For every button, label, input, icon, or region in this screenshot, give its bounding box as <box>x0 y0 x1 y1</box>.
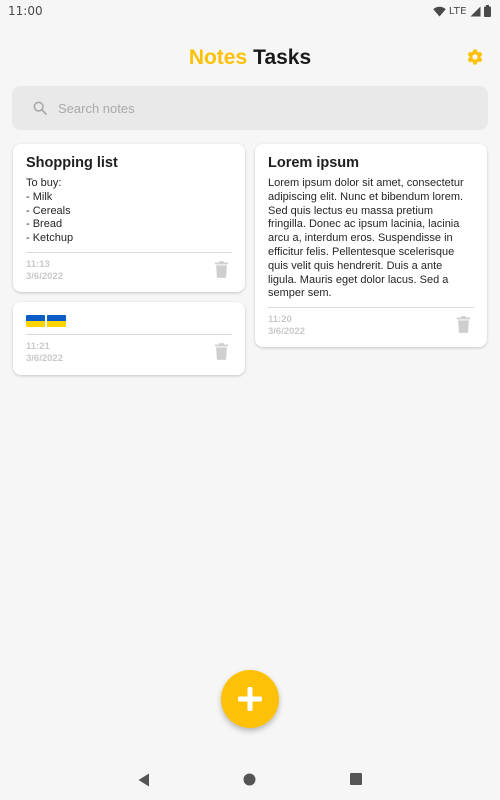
note-footer: 11:13 3/6/2022 <box>26 253 232 291</box>
note-body: To buy: - Milk - Cereals - Bread - Ketch… <box>26 177 74 245</box>
notes-screen: 11:00 LTE Notes Tasks Search notes Shopp… <box>0 0 500 800</box>
status-icons: LTE <box>433 5 491 17</box>
wifi-icon <box>433 6 446 16</box>
note-card-lorem-ipsum[interactable]: Lorem ipsum Lorem ipsum dolor sit amet, … <box>255 144 487 347</box>
back-icon[interactable] <box>138 773 150 787</box>
note-title: Lorem ipsum <box>268 155 360 171</box>
note-body-emoji <box>26 314 232 328</box>
gear-icon[interactable] <box>466 48 484 66</box>
note-time: 11:21 <box>26 341 50 352</box>
note-body: Lorem ipsum dolor sit amet, consectetur … <box>268 177 464 300</box>
add-note-button[interactable] <box>221 670 279 728</box>
battery-icon <box>484 5 491 17</box>
note-time: 11:13 <box>26 258 50 270</box>
system-nav-bar <box>0 764 500 796</box>
note-date: 3/6/2022 <box>26 353 63 364</box>
status-bar: 11:00 LTE <box>0 0 500 22</box>
note-date: 3/6/2022 <box>268 326 305 338</box>
home-icon[interactable] <box>243 773 256 786</box>
tab-notes[interactable]: Notes <box>186 46 250 70</box>
trash-icon[interactable] <box>215 261 228 278</box>
note-footer: 11:21 3/6/2022 <box>26 335 232 373</box>
note-card-flags[interactable]: 11:21 3/6/2022 <box>13 302 245 375</box>
note-footer: 11:20 3/6/2022 <box>268 308 474 346</box>
status-time: 11:00 <box>8 4 43 18</box>
search-input[interactable] <box>56 99 436 117</box>
network-type: LTE <box>448 5 467 17</box>
signal-icon <box>470 6 481 16</box>
plus-icon <box>238 687 262 711</box>
note-time: 11:20 <box>268 314 292 326</box>
recents-icon[interactable] <box>350 773 362 785</box>
ukraine-flag-icon <box>47 315 66 327</box>
app-header: Notes Tasks <box>0 40 500 76</box>
trash-icon[interactable] <box>457 316 470 334</box>
search-bar[interactable] <box>12 86 488 130</box>
tab-tasks[interactable]: Tasks <box>250 46 314 70</box>
ukraine-flag-icon <box>26 315 45 327</box>
note-date: 3/6/2022 <box>26 270 63 282</box>
note-card-shopping-list[interactable]: Shopping list To buy: - Milk - Cereals -… <box>13 144 245 292</box>
search-icon <box>33 101 47 115</box>
trash-icon[interactable] <box>215 343 228 360</box>
note-title: Shopping list <box>26 155 118 171</box>
